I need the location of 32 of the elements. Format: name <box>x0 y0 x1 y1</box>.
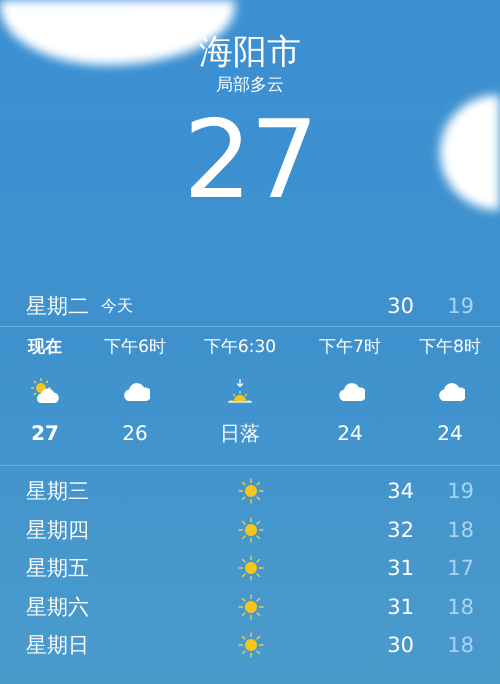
hour-temperature: 24 <box>437 420 463 447</box>
low-temperature: 19 <box>446 479 474 504</box>
low-temperature: 17 <box>446 556 474 580</box>
high-temperature: 30 <box>386 294 414 318</box>
weather-condition: 局部多云 <box>216 74 284 96</box>
day-name: 星期三 <box>26 478 90 506</box>
hour-temperature: 27 <box>31 420 59 447</box>
high-temperature: 31 <box>386 594 414 619</box>
day-name: 星期日 <box>26 632 90 660</box>
high-temperature: 31 <box>386 556 414 580</box>
hour-temperature: 26 <box>122 420 148 447</box>
hour-temperature: 日落 <box>220 420 260 447</box>
hour-temperature: 24 <box>337 420 363 447</box>
hour-label: 下午8时 <box>419 336 481 359</box>
day-name: 星期四 <box>26 516 90 544</box>
day-name: 星期二 <box>26 293 89 320</box>
high-temperature: 32 <box>386 518 414 542</box>
hour-label: 下午6时 <box>104 336 166 359</box>
high-temperature: 30 <box>386 633 414 658</box>
hour-label: 现在 <box>28 336 62 359</box>
today-label: 今天 <box>101 296 134 316</box>
city-name: 海阳市 <box>199 31 301 74</box>
hour-label: 下午6:30 <box>204 336 276 359</box>
low-temperature: 19 <box>446 294 474 318</box>
day-name: 星期五 <box>26 555 90 582</box>
day-name: 星期六 <box>26 594 90 621</box>
low-temperature: 18 <box>446 518 474 542</box>
high-temperature: 34 <box>386 479 414 504</box>
current-temperature: 27 <box>183 97 317 225</box>
hour-label: 下午7时 <box>319 336 381 359</box>
low-temperature: 18 <box>446 633 474 658</box>
low-temperature: 18 <box>446 594 474 619</box>
